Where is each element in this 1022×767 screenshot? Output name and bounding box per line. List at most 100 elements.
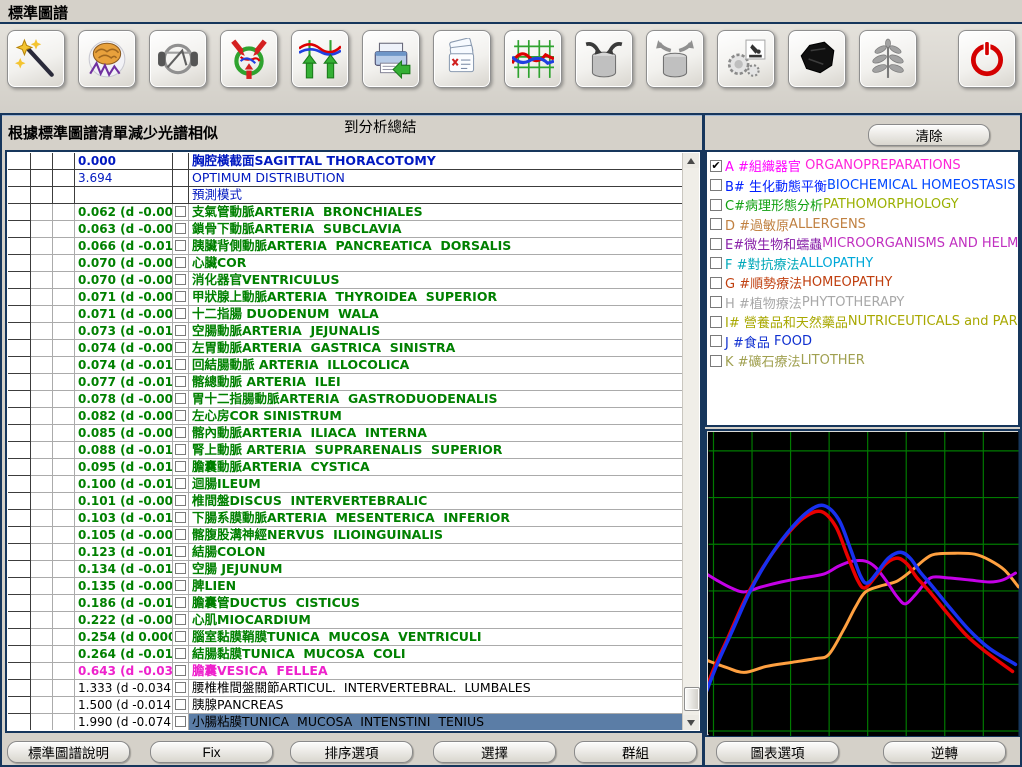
table-row[interactable]: 0.000胸腔橫截面SAGITTAL THORACOTOMY bbox=[8, 153, 683, 170]
brain-button[interactable] bbox=[78, 30, 136, 88]
container-load-button[interactable] bbox=[575, 30, 633, 88]
table-row[interactable]: 0.264 (d -0.016)結腸黏膜TUNICA MUCOSA COLI bbox=[8, 646, 683, 663]
etalon-name[interactable]: 心臟COR bbox=[189, 255, 683, 272]
table-row[interactable]: 0.066 (d -0.010)胰臟背側動脈ARTERIA PANCREATIC… bbox=[8, 238, 683, 255]
table-row[interactable]: 1.990 (d -0.074)小腸粘膜TUNICA MUCOSA INTENS… bbox=[8, 714, 683, 730]
row-checkbox[interactable] bbox=[175, 240, 186, 251]
table-row[interactable]: 0.070 (d -0.001)消化器官VENTRICULUS bbox=[8, 272, 683, 289]
table-row[interactable]: 0.101 (d -0.002)椎間盤DISCUS INTERVERTEBRAL… bbox=[8, 493, 683, 510]
category-item[interactable]: K #礦石療法LITOTHER bbox=[710, 351, 1018, 371]
table-row[interactable]: 0.186 (d -0.010)膽囊管DUCTUS CISTICUS bbox=[8, 595, 683, 612]
category-item[interactable]: F #對抗療法ALLOPATHY bbox=[710, 254, 1018, 274]
table-row[interactable]: 1.500 (d -0.014)胰腺PANCREAS bbox=[8, 697, 683, 714]
etalon-name[interactable]: 膽囊VESICA FELLEA bbox=[189, 663, 683, 680]
etalon-name[interactable]: 椎間盤DISCUS INTERVERTEBRALIC bbox=[189, 493, 683, 510]
etalon-name[interactable]: 左心房COR SINISTRUM bbox=[189, 408, 683, 425]
scroll-down-icon[interactable] bbox=[683, 715, 699, 730]
etalon-name[interactable]: 腎上動脈 ARTERIA SUPRARENALIS SUPERIOR bbox=[189, 442, 683, 459]
unchecked-checkbox[interactable] bbox=[710, 316, 722, 328]
unchecked-checkbox[interactable] bbox=[710, 257, 722, 269]
power-button[interactable] bbox=[958, 30, 1016, 88]
table-row[interactable]: 0.063 (d -0.005)鎖骨下動脈ARTERIA SUBCLAVIA bbox=[8, 221, 683, 238]
etalon-name[interactable]: 髂總動脈 ARTERIA ILEI bbox=[189, 374, 683, 391]
row-checkbox[interactable] bbox=[175, 342, 186, 353]
row-checkbox[interactable] bbox=[175, 597, 186, 608]
etalon-name[interactable]: 小腸粘膜TUNICA MUCOSA INTENSTINI TENIUS bbox=[189, 714, 683, 730]
row-checkbox[interactable] bbox=[175, 444, 186, 455]
table-row[interactable]: 0.073 (d -0.010)空腸動脈ARTERIA JEJUNALIS bbox=[8, 323, 683, 340]
row-checkbox[interactable] bbox=[175, 291, 186, 302]
etalon-name[interactable]: 結腸COLON bbox=[189, 544, 683, 561]
row-checkbox[interactable] bbox=[175, 359, 186, 370]
etalon-name[interactable]: 結腸黏膜TUNICA MUCOSA COLI bbox=[189, 646, 683, 663]
row-checkbox[interactable] bbox=[175, 206, 186, 217]
row-checkbox[interactable] bbox=[175, 546, 186, 557]
print-summary-button[interactable] bbox=[362, 30, 420, 88]
arrows-up-chart-button[interactable] bbox=[291, 30, 349, 88]
table-row[interactable]: 0.643 (d -0.031)膽囊VESICA FELLEA bbox=[8, 663, 683, 680]
footer-button-left-0[interactable]: 標準圖譜說明 bbox=[7, 741, 130, 763]
etalon-name[interactable]: 髂內動脈ARTERIA ILIACA INTERNA bbox=[189, 425, 683, 442]
table-row[interactable]: 0.105 (d -0.002)髂腹股溝神經NERVUS ILIOINGUINA… bbox=[8, 527, 683, 544]
table-row[interactable]: 0.071 (d -0.004)十二指腸 DUODENUM WALA bbox=[8, 306, 683, 323]
table-row[interactable]: 0.078 (d -0.009)胃十二指腸動脈ARTERIA GASTRODUO… bbox=[8, 391, 683, 408]
row-checkbox[interactable] bbox=[175, 325, 186, 336]
row-checkbox[interactable] bbox=[175, 682, 186, 693]
headset-button[interactable] bbox=[149, 30, 207, 88]
row-checkbox[interactable] bbox=[175, 563, 186, 574]
table-row[interactable]: 0.071 (d -0.007)甲狀腺上動脈ARTERIA THYROIDEA … bbox=[8, 289, 683, 306]
table-row[interactable]: 0.088 (d -0.010)腎上動脈 ARTERIA SUPRARENALI… bbox=[8, 442, 683, 459]
etalon-name[interactable]: 膽囊動脈ARTERIA CYSTICA bbox=[189, 459, 683, 476]
etalon-name[interactable]: 胰腺PANCREAS bbox=[189, 697, 683, 714]
checked-checkbox[interactable]: ✔ bbox=[710, 160, 722, 172]
table-row[interactable]: 1.333 (d -0.034)腰椎椎間盤關節ARTICUL. INTERVER… bbox=[8, 680, 683, 697]
etalon-name[interactable]: 腰椎椎間盤關節ARTICUL. INTERVERTEBRAL. LUMBALES bbox=[189, 680, 683, 697]
etalon-name[interactable]: 胰臟背側動脈ARTERIA PANCREATICA DORSALIS bbox=[189, 238, 683, 255]
footer-button-right-1[interactable]: 逆轉 bbox=[883, 741, 1006, 763]
etalon-name[interactable]: OPTIMUM DISTRIBUTION bbox=[189, 170, 683, 187]
table-row[interactable]: 0.103 (d -0.015)下腸系膜動脈ARTERIA MESENTERIC… bbox=[8, 510, 683, 527]
etalon-name[interactable]: 迴腸ILEUM bbox=[189, 476, 683, 493]
table-row[interactable]: 0.074 (d -0.011)回結腸動脈 ARTERIA ILLOCOLICA bbox=[8, 357, 683, 374]
category-item[interactable]: I# 營養品和天然藥品NUTRICEUTICALS and PAR bbox=[710, 312, 1018, 332]
table-row[interactable]: 0.070 (d -0.003)心臟COR bbox=[8, 255, 683, 272]
row-checkbox[interactable] bbox=[175, 308, 186, 319]
etalon-name[interactable]: 預測模式 bbox=[189, 187, 683, 204]
table-row[interactable]: 0.085 (d -0.009)髂內動脈ARTERIA ILIACA INTER… bbox=[8, 425, 683, 442]
row-checkbox[interactable] bbox=[175, 699, 186, 710]
microorganisms-button[interactable] bbox=[717, 30, 775, 88]
etalon-name[interactable]: 胸腔橫截面SAGITTAL THORACOTOMY bbox=[189, 153, 683, 170]
row-checkbox[interactable] bbox=[175, 580, 186, 591]
stone-button[interactable] bbox=[788, 30, 846, 88]
container-unload-button[interactable] bbox=[646, 30, 704, 88]
clear-button[interactable]: 清除 bbox=[868, 124, 990, 146]
unchecked-checkbox[interactable] bbox=[710, 277, 722, 289]
category-item[interactable]: C#病理形態分析PATHOMORPHOLOGY bbox=[710, 195, 1018, 215]
unchecked-checkbox[interactable] bbox=[710, 335, 722, 347]
etalon-name[interactable]: 回結腸動脈 ARTERIA ILLOCOLICA bbox=[189, 357, 683, 374]
etalon-name[interactable]: 支氣管動脈ARTERIA BRONCHIALES bbox=[189, 204, 683, 221]
unchecked-checkbox[interactable] bbox=[710, 355, 722, 367]
row-checkbox[interactable] bbox=[175, 427, 186, 438]
row-checkbox[interactable] bbox=[175, 529, 186, 540]
unchecked-checkbox[interactable] bbox=[710, 238, 722, 250]
table-row[interactable]: 0.254 (d 0.000)腦室黏膜鞘膜TUNICA MUCOSA VENTR… bbox=[8, 629, 683, 646]
table-row[interactable]: 0.123 (d -0.011)結腸COLON bbox=[8, 544, 683, 561]
row-checkbox[interactable] bbox=[175, 648, 186, 659]
row-checkbox[interactable] bbox=[175, 631, 186, 642]
etalon-name[interactable]: 膽囊管DUCTUS CISTICUS bbox=[189, 595, 683, 612]
etalon-name[interactable]: 甲狀腺上動脈ARTERIA THYROIDEA SUPERIOR bbox=[189, 289, 683, 306]
scroll-up-icon[interactable] bbox=[683, 153, 699, 168]
unchecked-checkbox[interactable] bbox=[710, 218, 722, 230]
unchecked-checkbox[interactable] bbox=[710, 199, 722, 211]
table-row[interactable]: 0.062 (d -0.005)支氣管動脈ARTERIA BRONCHIALES bbox=[8, 204, 683, 221]
category-item[interactable]: E#微生物和蠕蟲MICROORGANISMS AND HELMI bbox=[710, 234, 1018, 254]
table-row[interactable]: 0.077 (d -0.011)髂總動脈 ARTERIA ILEI bbox=[8, 374, 683, 391]
row-checkbox[interactable] bbox=[175, 223, 186, 234]
footer-button-left-3[interactable]: 選擇 bbox=[433, 741, 556, 763]
table-row[interactable]: 0.074 (d -0.009)左胃動脈ARTERIA GASTRICA SIN… bbox=[8, 340, 683, 357]
footer-button-left-4[interactable]: 群組 bbox=[574, 741, 697, 763]
row-checkbox[interactable] bbox=[175, 495, 186, 506]
plant-button[interactable] bbox=[859, 30, 917, 88]
row-checkbox[interactable] bbox=[175, 716, 186, 727]
